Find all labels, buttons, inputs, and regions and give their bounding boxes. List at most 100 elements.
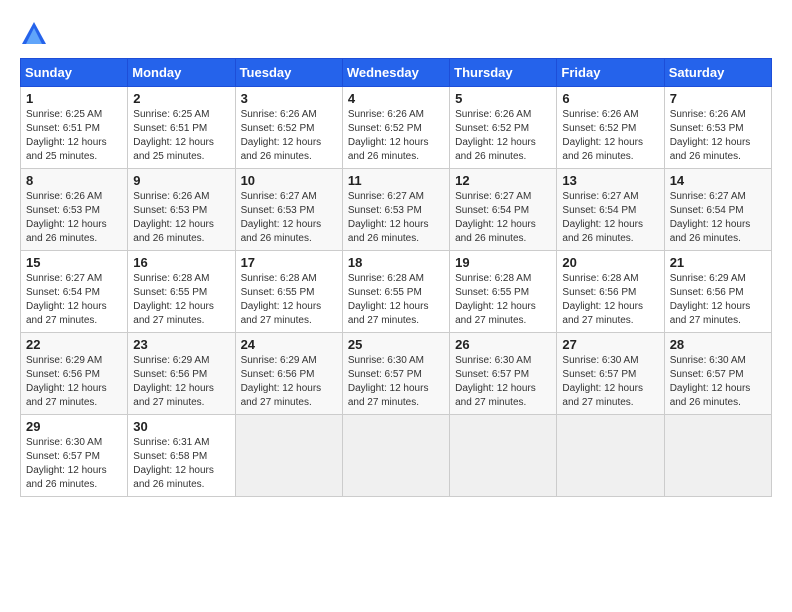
day-number: 21 xyxy=(670,255,766,270)
day-info: Sunrise: 6:26 AM Sunset: 6:52 PM Dayligh… xyxy=(348,108,444,164)
header-saturday: Saturday xyxy=(664,59,771,87)
day-number: 20 xyxy=(562,255,658,270)
day-info: Sunrise: 6:26 AM Sunset: 6:53 PM Dayligh… xyxy=(670,108,766,164)
calendar-week-2: 8 Sunrise: 6:26 AM Sunset: 6:53 PM Daylig… xyxy=(21,169,772,251)
calendar-cell: 22 Sunrise: 6:29 AM Sunset: 6:56 PM Dayli… xyxy=(21,333,128,415)
calendar-cell: 27 Sunrise: 6:30 AM Sunset: 6:57 PM Dayli… xyxy=(557,333,664,415)
calendar-cell: 2 Sunrise: 6:25 AM Sunset: 6:51 PM Daylig… xyxy=(128,87,235,169)
day-number: 1 xyxy=(26,91,122,106)
calendar-cell: 3 Sunrise: 6:26 AM Sunset: 6:52 PM Daylig… xyxy=(235,87,342,169)
day-info: Sunrise: 6:28 AM Sunset: 6:56 PM Dayligh… xyxy=(562,272,658,328)
day-info: Sunrise: 6:27 AM Sunset: 6:54 PM Dayligh… xyxy=(562,190,658,246)
day-number: 15 xyxy=(26,255,122,270)
calendar-cell: 17 Sunrise: 6:28 AM Sunset: 6:55 PM Dayli… xyxy=(235,251,342,333)
day-info: Sunrise: 6:27 AM Sunset: 6:54 PM Dayligh… xyxy=(670,190,766,246)
day-info: Sunrise: 6:26 AM Sunset: 6:52 PM Dayligh… xyxy=(562,108,658,164)
calendar-cell: 28Sunrise: 6:30 AM Sunset: 6:57 PM Dayli… xyxy=(664,333,771,415)
day-number: 6 xyxy=(562,91,658,106)
day-info: Sunrise: 6:26 AM Sunset: 6:52 PM Dayligh… xyxy=(455,108,551,164)
day-number: 5 xyxy=(455,91,551,106)
page-header xyxy=(20,20,772,48)
logo-icon xyxy=(20,20,48,48)
calendar-cell: 5 Sunrise: 6:26 AM Sunset: 6:52 PM Daylig… xyxy=(450,87,557,169)
day-number: 14 xyxy=(670,173,766,188)
day-number: 10 xyxy=(241,173,337,188)
day-info: Sunrise: 6:27 AM Sunset: 6:54 PM Dayligh… xyxy=(455,190,551,246)
day-info: Sunrise: 6:29 AM Sunset: 6:56 PM Dayligh… xyxy=(670,272,766,328)
day-info: Sunrise: 6:26 AM Sunset: 6:53 PM Dayligh… xyxy=(26,190,122,246)
calendar-week-3: 15 Sunrise: 6:27 AM Sunset: 6:54 PM Dayli… xyxy=(21,251,772,333)
day-number: 29 xyxy=(26,419,122,434)
day-info: Sunrise: 6:28 AM Sunset: 6:55 PM Dayligh… xyxy=(455,272,551,328)
calendar-week-5: 29Sunrise: 6:30 AM Sunset: 6:57 PM Dayli… xyxy=(21,415,772,497)
day-info: Sunrise: 6:27 AM Sunset: 6:53 PM Dayligh… xyxy=(348,190,444,246)
calendar-cell: 7 Sunrise: 6:26 AM Sunset: 6:53 PM Daylig… xyxy=(664,87,771,169)
logo xyxy=(20,20,52,48)
header-sunday: Sunday xyxy=(21,59,128,87)
header-tuesday: Tuesday xyxy=(235,59,342,87)
calendar-cell: 9Sunrise: 6:26 AM Sunset: 6:53 PM Daylig… xyxy=(128,169,235,251)
calendar-cell: 6 Sunrise: 6:26 AM Sunset: 6:52 PM Daylig… xyxy=(557,87,664,169)
day-number: 7 xyxy=(670,91,766,106)
day-number: 12 xyxy=(455,173,551,188)
header-friday: Friday xyxy=(557,59,664,87)
day-number: 8 xyxy=(26,173,122,188)
calendar-week-4: 22 Sunrise: 6:29 AM Sunset: 6:56 PM Dayli… xyxy=(21,333,772,415)
calendar-cell: 30 Sunrise: 6:31 AM Sunset: 6:58 PM Dayli… xyxy=(128,415,235,497)
calendar-cell: 19 Sunrise: 6:28 AM Sunset: 6:55 PM Dayli… xyxy=(450,251,557,333)
calendar-week-1: 1 Sunrise: 6:25 AM Sunset: 6:51 PM Daylig… xyxy=(21,87,772,169)
day-info: Sunrise: 6:27 AM Sunset: 6:53 PM Dayligh… xyxy=(241,190,337,246)
day-number: 9 xyxy=(133,173,229,188)
calendar-cell: 23Sunrise: 6:29 AM Sunset: 6:56 PM Dayli… xyxy=(128,333,235,415)
day-number: 17 xyxy=(241,255,337,270)
day-number: 22 xyxy=(26,337,122,352)
calendar-cell: 12 Sunrise: 6:27 AM Sunset: 6:54 PM Dayli… xyxy=(450,169,557,251)
calendar-cell xyxy=(235,415,342,497)
day-info: Sunrise: 6:27 AM Sunset: 6:54 PM Dayligh… xyxy=(26,272,122,328)
calendar-cell: 14 Sunrise: 6:27 AM Sunset: 6:54 PM Dayli… xyxy=(664,169,771,251)
day-number: 18 xyxy=(348,255,444,270)
calendar-cell: 16Sunrise: 6:28 AM Sunset: 6:55 PM Dayli… xyxy=(128,251,235,333)
day-info: Sunrise: 6:25 AM Sunset: 6:51 PM Dayligh… xyxy=(26,108,122,164)
day-number: 27 xyxy=(562,337,658,352)
calendar-cell: 29Sunrise: 6:30 AM Sunset: 6:57 PM Dayli… xyxy=(21,415,128,497)
day-number: 16 xyxy=(133,255,229,270)
day-number: 25 xyxy=(348,337,444,352)
calendar-cell: 8 Sunrise: 6:26 AM Sunset: 6:53 PM Daylig… xyxy=(21,169,128,251)
header-monday: Monday xyxy=(128,59,235,87)
calendar-cell: 21 Sunrise: 6:29 AM Sunset: 6:56 PM Dayli… xyxy=(664,251,771,333)
day-info: Sunrise: 6:29 AM Sunset: 6:56 PM Dayligh… xyxy=(26,354,122,410)
calendar-cell: 4Sunrise: 6:26 AM Sunset: 6:52 PM Daylig… xyxy=(342,87,449,169)
calendar-table: SundayMondayTuesdayWednesdayThursdayFrid… xyxy=(20,58,772,497)
day-number: 23 xyxy=(133,337,229,352)
day-info: Sunrise: 6:30 AM Sunset: 6:57 PM Dayligh… xyxy=(348,354,444,410)
calendar-cell: 11 Sunrise: 6:27 AM Sunset: 6:53 PM Dayli… xyxy=(342,169,449,251)
calendar-header-row: SundayMondayTuesdayWednesdayThursdayFrid… xyxy=(21,59,772,87)
calendar-cell: 10 Sunrise: 6:27 AM Sunset: 6:53 PM Dayli… xyxy=(235,169,342,251)
day-info: Sunrise: 6:30 AM Sunset: 6:57 PM Dayligh… xyxy=(455,354,551,410)
calendar-cell xyxy=(557,415,664,497)
day-number: 19 xyxy=(455,255,551,270)
calendar-cell xyxy=(450,415,557,497)
day-number: 2 xyxy=(133,91,229,106)
calendar-cell: 13 Sunrise: 6:27 AM Sunset: 6:54 PM Dayli… xyxy=(557,169,664,251)
day-info: Sunrise: 6:30 AM Sunset: 6:57 PM Dayligh… xyxy=(562,354,658,410)
calendar-cell: 26 Sunrise: 6:30 AM Sunset: 6:57 PM Dayli… xyxy=(450,333,557,415)
day-info: Sunrise: 6:25 AM Sunset: 6:51 PM Dayligh… xyxy=(133,108,229,164)
calendar-cell: 20 Sunrise: 6:28 AM Sunset: 6:56 PM Dayli… xyxy=(557,251,664,333)
day-info: Sunrise: 6:30 AM Sunset: 6:57 PM Dayligh… xyxy=(670,354,766,410)
day-info: Sunrise: 6:28 AM Sunset: 6:55 PM Dayligh… xyxy=(241,272,337,328)
calendar-cell: 24 Sunrise: 6:29 AM Sunset: 6:56 PM Dayli… xyxy=(235,333,342,415)
day-number: 3 xyxy=(241,91,337,106)
day-info: Sunrise: 6:29 AM Sunset: 6:56 PM Dayligh… xyxy=(241,354,337,410)
calendar-cell: 18Sunrise: 6:28 AM Sunset: 6:55 PM Dayli… xyxy=(342,251,449,333)
header-wednesday: Wednesday xyxy=(342,59,449,87)
day-number: 24 xyxy=(241,337,337,352)
day-number: 13 xyxy=(562,173,658,188)
day-info: Sunrise: 6:31 AM Sunset: 6:58 PM Dayligh… xyxy=(133,436,229,492)
day-number: 26 xyxy=(455,337,551,352)
day-info: Sunrise: 6:26 AM Sunset: 6:52 PM Dayligh… xyxy=(241,108,337,164)
day-number: 30 xyxy=(133,419,229,434)
calendar-cell xyxy=(342,415,449,497)
day-number: 11 xyxy=(348,173,444,188)
